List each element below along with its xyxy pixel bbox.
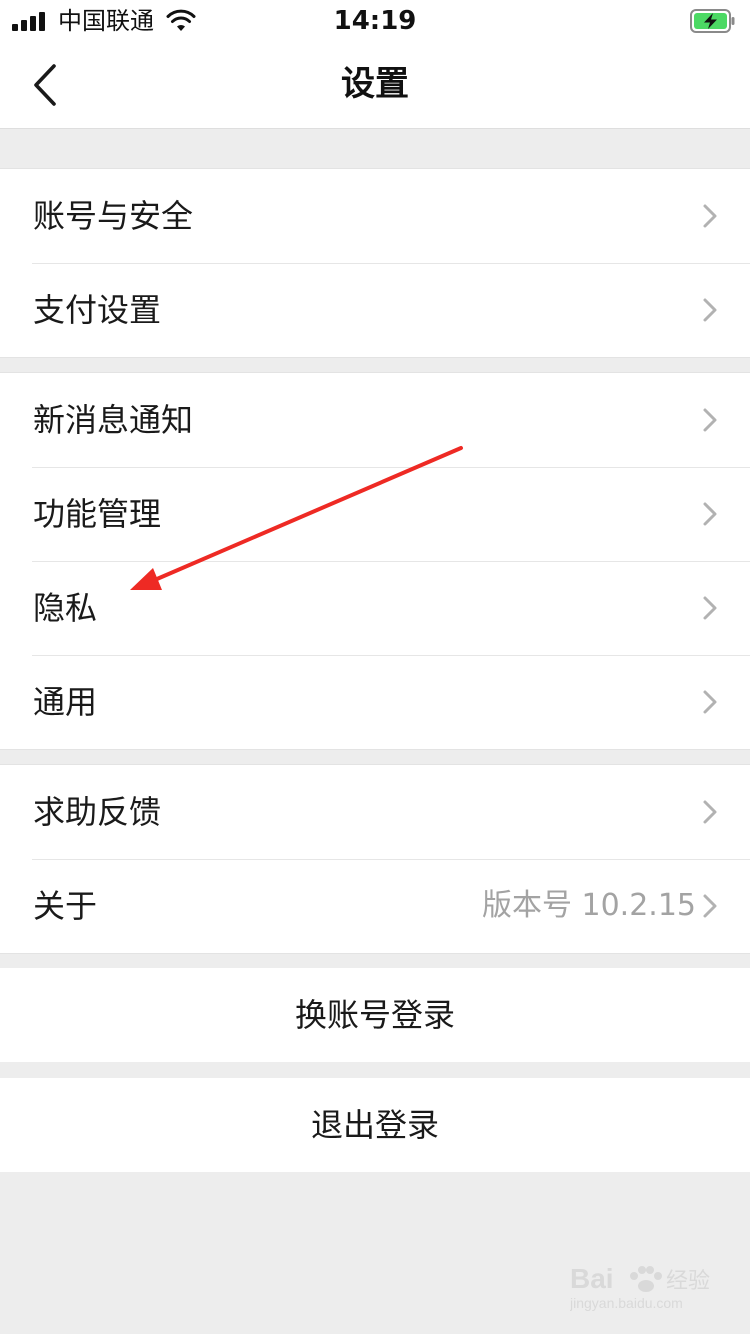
page-title: 设置 xyxy=(341,64,409,104)
menu-item-label: 支付设置 xyxy=(33,291,162,329)
chevron-right-icon xyxy=(703,408,717,432)
switch-account-button[interactable]: 换账号登录 xyxy=(0,968,750,1062)
menu-item-payment-settings[interactable]: 支付设置 xyxy=(0,263,750,357)
settings-group-general: 新消息通知 功能管理 隐私 通用 xyxy=(0,372,750,750)
menu-item-label: 新消息通知 xyxy=(33,401,194,439)
status-time: 14:19 xyxy=(333,6,417,36)
menu-item-new-message-notify[interactable]: 新消息通知 xyxy=(0,373,750,467)
chevron-right-icon xyxy=(703,800,717,824)
nav-bar: 设置 xyxy=(0,42,750,128)
nav-divider xyxy=(0,128,750,129)
baidu-jingyan-watermark: Bai 经验 jingyan.baidu.com xyxy=(570,1263,710,1311)
status-bar: 中国联通 14:19 xyxy=(0,0,750,42)
menu-item-label: 账号与安全 xyxy=(33,197,194,235)
menu-item-label: 通用 xyxy=(33,683,98,721)
menu-item-privacy[interactable]: 隐私 xyxy=(0,561,750,655)
chevron-right-icon xyxy=(703,502,717,526)
battery-charging-icon xyxy=(690,9,735,33)
chevron-right-icon xyxy=(703,298,717,322)
version-label: 版本号 10.2.15 xyxy=(481,888,696,923)
chevron-right-icon xyxy=(703,690,717,714)
svg-text:Bai: Bai xyxy=(570,1263,614,1294)
menu-item-help-feedback[interactable]: 求助反馈 xyxy=(0,765,750,859)
menu-item-account-security[interactable]: 账号与安全 xyxy=(0,169,750,263)
logout-button[interactable]: 退出登录 xyxy=(0,1078,750,1172)
menu-item-about[interactable]: 关于 版本号 10.2.15 xyxy=(0,859,750,953)
menu-item-label: 关于 xyxy=(33,887,98,925)
menu-item-label: 功能管理 xyxy=(33,495,162,533)
menu-item-feature-management[interactable]: 功能管理 xyxy=(0,467,750,561)
chevron-right-icon xyxy=(703,596,717,620)
settings-group-help: 求助反馈 关于 版本号 10.2.15 xyxy=(0,764,750,954)
settings-group-account: 账号与安全 支付设置 xyxy=(0,168,750,358)
chevron-right-icon xyxy=(703,204,717,228)
svg-text:经验: 经验 xyxy=(666,1269,710,1294)
menu-item-label: 求助反馈 xyxy=(33,793,162,831)
menu-item-label: 隐私 xyxy=(33,589,98,627)
svg-text:jingyan.baidu.com: jingyan.baidu.com xyxy=(570,1295,683,1311)
menu-item-general[interactable]: 通用 xyxy=(0,655,750,749)
chevron-right-icon xyxy=(703,894,717,918)
